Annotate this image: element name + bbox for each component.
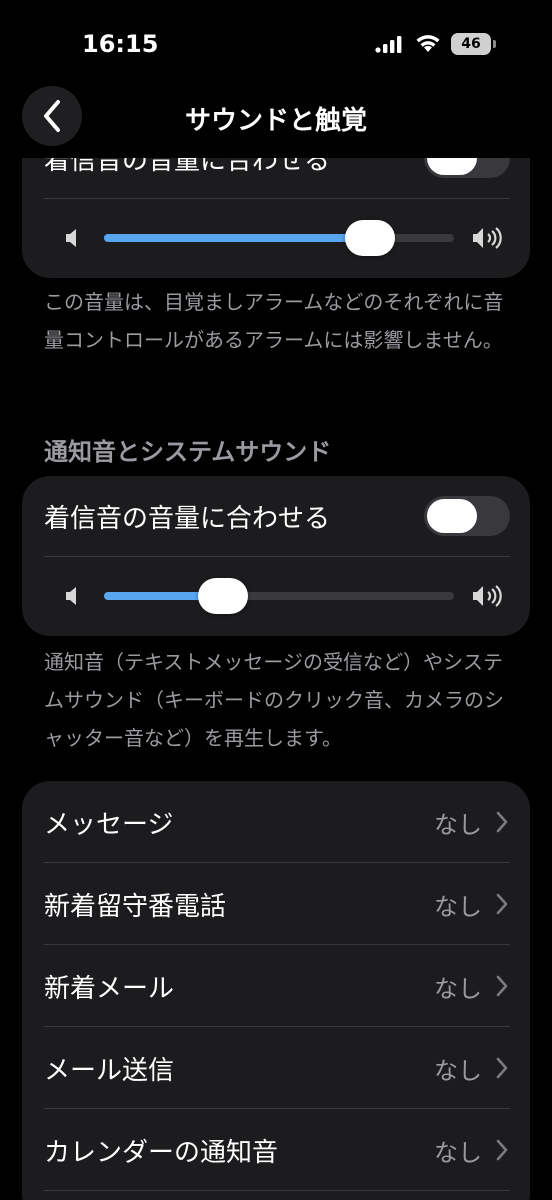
list-item-messages[interactable]: メッセージ なし xyxy=(22,781,530,863)
notification-volume-slider[interactable] xyxy=(104,592,454,600)
status-time: 16:15 xyxy=(82,30,159,58)
notification-volume-slider-row xyxy=(22,556,530,636)
speaker-low-icon xyxy=(64,556,82,636)
list-item-label: 新着留守番電話 xyxy=(44,891,227,922)
speaker-high-icon xyxy=(472,198,506,278)
list-item-value: なし xyxy=(434,1056,482,1085)
alarm-volume-slider[interactable] xyxy=(104,234,454,242)
battery-cap xyxy=(493,40,496,48)
notification-match-ringer-row: 着信音の音量に合わせる xyxy=(22,476,530,556)
alarm-volume-slider-thumb[interactable] xyxy=(345,220,395,256)
wifi-icon xyxy=(416,35,440,52)
notification-volume-slider-thumb[interactable] xyxy=(198,578,248,614)
sound-list-card: メッセージ なし 新着留守番電話 なし 新着メール なし メール送信 なし カレ… xyxy=(22,781,530,1200)
list-item-sent-mail[interactable]: メール送信 なし xyxy=(22,1027,530,1109)
notification-volume-card: 着信音の音量に合わせる xyxy=(22,476,530,636)
chevron-right-icon xyxy=(496,975,508,997)
page-title: サウンドと触覚 xyxy=(184,106,367,136)
list-item-label: 新着メール xyxy=(44,973,175,1004)
list-item-value: なし xyxy=(434,892,482,921)
chevron-right-icon xyxy=(496,1139,508,1161)
notification-match-ringer-toggle[interactable] xyxy=(424,496,510,536)
notification-volume-footnote: 通知音（テキストメッセージの受信など）やシステムサウンド（キーボードのクリック音… xyxy=(44,650,504,750)
list-item-new-voicemail[interactable]: 新着留守番電話 なし xyxy=(22,863,530,945)
alarm-volume-footnote: この音量は、目覚ましアラームなどのそれぞれに音量コントロールがあるアラームには影… xyxy=(44,290,504,352)
cellular-signal-icon xyxy=(375,36,402,53)
list-item-label: メール送信 xyxy=(44,1055,175,1086)
status-icons: 46 xyxy=(375,33,496,55)
sounds-haptics-screen: 着信音の音量に合わせる この音量は、目覚ましアラームなどのそれぞれに音量コントロ… xyxy=(0,0,552,1200)
divider xyxy=(44,1190,510,1191)
alarm-volume-slider-row xyxy=(22,198,530,278)
speaker-low-icon xyxy=(64,198,82,278)
slider-fill xyxy=(104,234,370,242)
status-bar: 16:15 46 xyxy=(0,0,552,90)
notification-section-header: 通知音とシステムサウンド xyxy=(44,438,332,466)
navigation-bar: 16:15 46 サウンドと触覚 xyxy=(0,0,552,158)
list-item-new-mail[interactable]: 新着メール なし xyxy=(22,945,530,1027)
list-item-calendar-alerts[interactable]: カレンダーの通知音 なし xyxy=(22,1109,530,1191)
toggle-knob xyxy=(427,499,477,533)
speaker-high-icon xyxy=(472,556,506,636)
list-item-value: なし xyxy=(434,810,482,839)
list-item-value: なし xyxy=(434,1138,482,1167)
list-item-value: なし xyxy=(434,974,482,1003)
battery-icon: 46 xyxy=(451,33,496,55)
list-item-label: メッセージ xyxy=(44,809,174,840)
list-item-label: カレンダーの通知音 xyxy=(44,1137,279,1168)
chevron-right-icon xyxy=(496,893,508,915)
notification-match-ringer-label: 着信音の音量に合わせる xyxy=(44,503,331,534)
battery-level: 46 xyxy=(451,33,491,55)
chevron-right-icon xyxy=(496,811,508,833)
chevron-right-icon xyxy=(496,1057,508,1079)
